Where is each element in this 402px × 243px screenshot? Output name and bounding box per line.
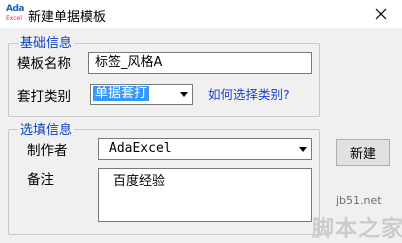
note-textarea[interactable]: 百度经验 <box>98 168 312 222</box>
close-button[interactable] <box>366 0 396 28</box>
options-legend: 选填信息 <box>18 123 75 138</box>
app-icon: Ada Excel <box>6 4 24 24</box>
watermark-brand: 脚本之家 <box>312 217 402 242</box>
app-icon-text-top: Ada <box>6 4 24 14</box>
chevron-down-icon[interactable] <box>176 85 192 104</box>
new-button[interactable]: 新建 <box>336 139 390 166</box>
template-name-label: 模板名称 <box>17 56 71 72</box>
template-name-input[interactable]: 标签_风格A <box>88 52 312 74</box>
watermark-url: jb51.net <box>336 194 382 207</box>
author-label: 制作者 <box>27 143 68 159</box>
window-title: 新建单据模板 <box>28 10 107 25</box>
category-label: 套打类别 <box>17 89 71 105</box>
close-x-icon <box>375 8 387 20</box>
title-bar: Ada Excel 新建单据模板 <box>0 0 402 28</box>
category-select[interactable]: 单据套打 <box>90 84 193 105</box>
author-select[interactable]: AdaExcel <box>98 138 312 160</box>
author-value: AdaExcel <box>109 141 172 156</box>
category-selected-value: 单据套打 <box>93 86 150 101</box>
note-label: 备注 <box>27 172 54 188</box>
app-icon-text-bottom: Excel <box>6 15 22 22</box>
note-value: 百度经验 <box>113 174 166 189</box>
category-help-link[interactable]: 如何选择类别? <box>208 87 290 103</box>
chevron-down-icon[interactable] <box>295 139 311 159</box>
basic-info-legend: 基础信息 <box>18 36 75 51</box>
